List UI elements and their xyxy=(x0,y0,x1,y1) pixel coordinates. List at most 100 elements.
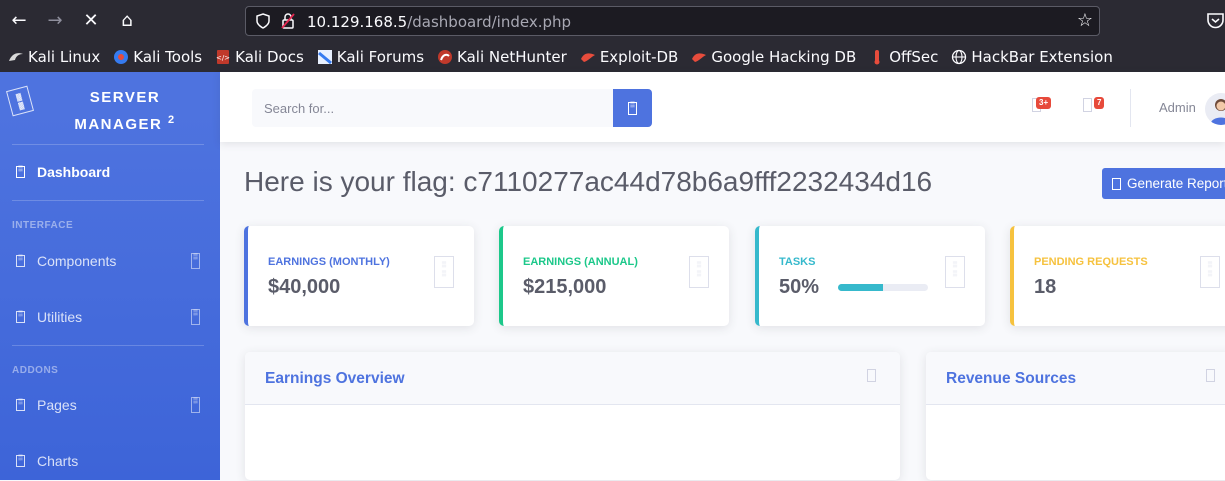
panel-header: Revenue Sources xyxy=(926,352,1225,405)
card-tasks: Tasks 50% ▒▒ xyxy=(755,226,985,326)
bookmark-kali-docs[interactable]: </> Kali Docs xyxy=(215,48,304,66)
card-value: $40,000 xyxy=(268,276,340,299)
user-avatar-icon xyxy=(1205,93,1225,125)
search-input[interactable] xyxy=(252,89,613,127)
panel-title: Revenue Sources xyxy=(946,370,1076,388)
home-icon[interactable]: ⌂ xyxy=(116,10,138,32)
kali-docs-icon: </> xyxy=(215,49,231,65)
card-value: 18 xyxy=(1034,276,1056,299)
alerts-badge: 3+ xyxy=(1036,97,1051,109)
bookmark-kali-tools[interactable]: Kali Tools xyxy=(113,48,202,66)
folder-icon: ▒ xyxy=(16,399,25,411)
sidebar-item-label: Dashboard xyxy=(37,164,110,180)
bookmark-label: OffSec xyxy=(889,48,938,66)
sidebar-item-charts[interactable]: ▒ Charts xyxy=(0,441,220,481)
sidebar-divider xyxy=(12,200,204,201)
brand-logo-icon: ▓▓ xyxy=(6,86,34,117)
back-arrow-icon[interactable]: ← xyxy=(8,10,30,32)
sidebar: ▓▓ Server Manager 2 ▒ Dashboard INTERFAC… xyxy=(0,72,220,480)
bookmark-label: Kali Docs xyxy=(235,48,304,66)
calendar-icon: ▒▒ xyxy=(434,256,454,288)
envelope-icon[interactable] xyxy=(1083,98,1092,112)
chart-area-icon: ▒ xyxy=(16,455,25,467)
dollar-icon: ▒▒ xyxy=(689,256,709,288)
bookmark-label: Kali Forums xyxy=(337,48,424,66)
avatar[interactable] xyxy=(1205,93,1225,125)
brand-line1: Server xyxy=(90,89,160,106)
messages-badge: 7 xyxy=(1094,97,1104,109)
bookmark-exploit-db[interactable]: Exploit-DB xyxy=(580,48,679,66)
panel-header: Earnings Overview xyxy=(245,352,900,405)
search-button[interactable]: ▒ xyxy=(613,89,652,127)
pocket-icon[interactable] xyxy=(1206,11,1225,30)
generate-report-button[interactable]: Generate Report xyxy=(1102,168,1225,199)
lock-insecure-icon[interactable] xyxy=(281,13,295,29)
bookmark-label: Kali NetHunter xyxy=(457,48,567,66)
card-title: Earnings (Annual) xyxy=(523,256,638,268)
sidebar-item-label: Utilities xyxy=(37,309,82,325)
kali-tools-icon xyxy=(113,49,129,65)
brand-line2: Manager xyxy=(74,116,162,133)
bookmark-hackbar[interactable]: HackBar Extension xyxy=(951,48,1112,66)
sidebar-item-label: Charts xyxy=(37,453,78,469)
sidebar-item-label: Pages xyxy=(37,397,77,413)
bookmark-star-icon[interactable]: ☆ xyxy=(1077,10,1093,31)
svg-text:</>: </> xyxy=(216,54,230,62)
cog-icon: ▒ xyxy=(16,255,25,267)
sidebar-item-pages[interactable]: ▒ Pages ▒ xyxy=(0,385,220,425)
url-path: /dashboard/index.php xyxy=(407,13,571,31)
browser-toolbar: ← → ✕ ⌂ 10.129.168.5/dashboard/index.php… xyxy=(0,0,1225,42)
exploit-db-icon xyxy=(580,49,596,65)
card-title: Pending Requests xyxy=(1034,256,1148,268)
ghdb-icon xyxy=(691,49,707,65)
sidebar-item-dashboard[interactable]: ▒ Dashboard xyxy=(0,152,220,192)
bookmarks-bar: Kali Linux Kali Tools </> Kali Docs Kali … xyxy=(0,42,1225,72)
sidebar-divider xyxy=(12,144,204,145)
bookmark-kali-linux[interactable]: Kali Linux xyxy=(8,48,100,66)
offsec-icon xyxy=(869,49,885,65)
search-icon: ▒ xyxy=(628,102,637,115)
sidebar-item-label: Components xyxy=(37,253,116,269)
panel-title: Earnings Overview xyxy=(265,370,405,388)
topbar: ▒ 3+ 7 Admin xyxy=(220,72,1225,142)
clipboard-icon: ▒▒ xyxy=(945,256,965,288)
forward-arrow-icon[interactable]: → xyxy=(44,10,66,32)
sidebar-brand[interactable]: ▓▓ Server Manager 2 xyxy=(0,72,220,144)
address-bar[interactable]: 10.129.168.5/dashboard/index.php ☆ xyxy=(245,6,1100,36)
generate-report-label: Generate Report xyxy=(1127,176,1225,191)
card-title: Earnings (Monthly) xyxy=(268,256,390,268)
ellipsis-menu-icon[interactable] xyxy=(1206,369,1215,382)
sidebar-item-components[interactable]: ▒ Components ▒ xyxy=(0,241,220,281)
url-text[interactable]: 10.129.168.5/dashboard/index.php xyxy=(307,13,571,31)
nethunter-icon xyxy=(437,49,453,65)
bookmark-label: Kali Tools xyxy=(133,48,202,66)
card-earnings-monthly: Earnings (Monthly) $40,000 ▒▒ xyxy=(244,226,474,326)
chevron-right-icon: ▒ xyxy=(191,253,200,269)
bookmark-ghdb[interactable]: Google Hacking DB xyxy=(691,48,856,66)
ellipsis-menu-icon[interactable] xyxy=(867,369,876,382)
chevron-right-icon: ▒ xyxy=(191,397,200,413)
card-title: Tasks xyxy=(779,256,815,268)
user-name[interactable]: Admin xyxy=(1159,100,1196,115)
tasks-progress-bar xyxy=(838,284,928,291)
globe-icon xyxy=(951,49,967,65)
sidebar-divider xyxy=(12,345,204,346)
tasks-progress-fill xyxy=(838,284,883,291)
dashboard-icon: ▒ xyxy=(16,166,25,178)
bookmark-offsec[interactable]: OffSec xyxy=(869,48,938,66)
sidebar-heading-addons: ADDONS xyxy=(12,365,58,376)
bookmark-kali-forums[interactable]: Kali Forums xyxy=(317,48,424,66)
sidebar-heading-interface: INTERFACE xyxy=(12,220,73,231)
comments-icon: ▒▒ xyxy=(1200,256,1220,288)
topbar-divider xyxy=(1130,89,1131,127)
url-host: 10.129.168.5 xyxy=(307,13,407,31)
bookmark-label: Google Hacking DB xyxy=(711,48,856,66)
sidebar-item-utilities[interactable]: ▒ Utilities ▒ xyxy=(0,297,220,337)
chevron-right-icon: ▒ xyxy=(191,309,200,325)
bookmark-kali-nethunter[interactable]: Kali NetHunter xyxy=(437,48,567,66)
card-value: $215,000 xyxy=(523,276,606,299)
stop-loading-icon[interactable]: ✕ xyxy=(80,10,102,32)
bookmark-label: HackBar Extension xyxy=(971,48,1112,66)
page-title: Here is your flag: c7110277ac44d78b6a9ff… xyxy=(244,166,932,198)
shield-icon[interactable] xyxy=(256,13,270,29)
